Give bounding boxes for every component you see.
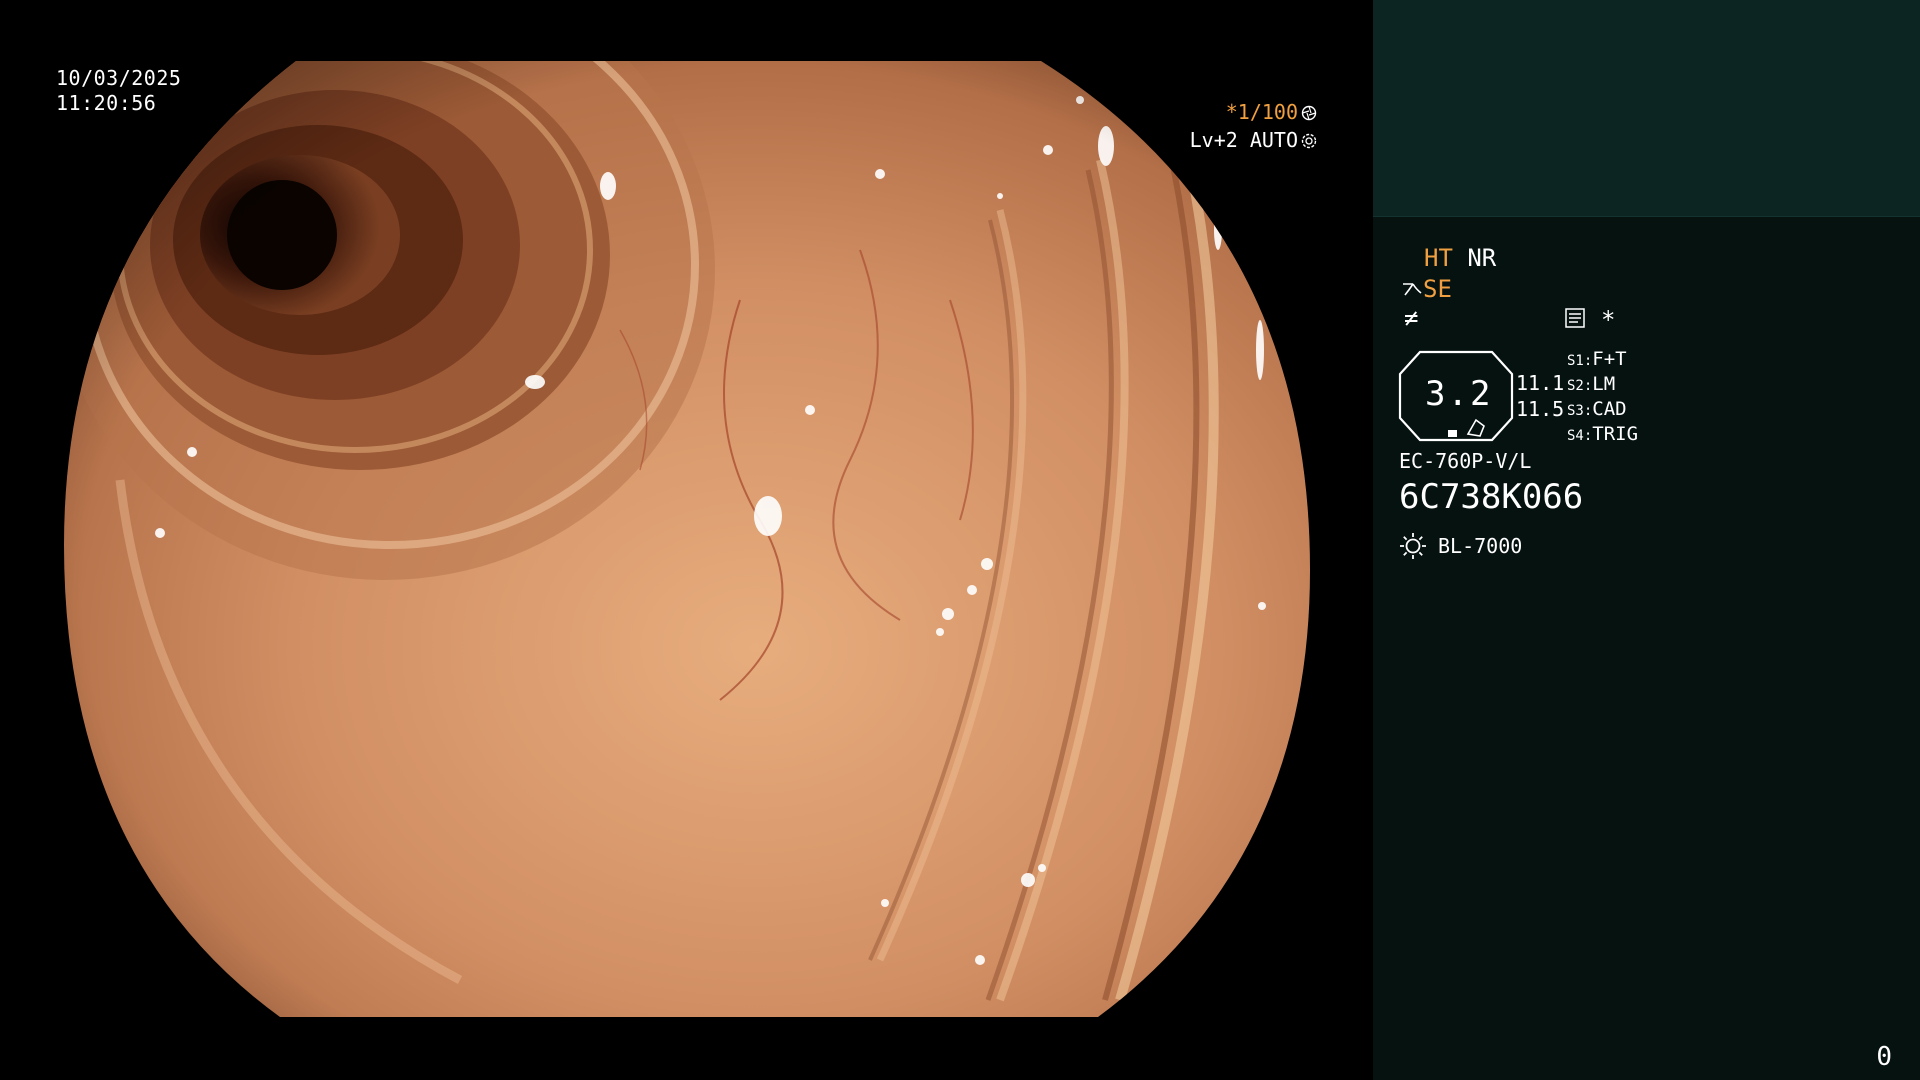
scope-serial: 6C738K066 (1399, 477, 1584, 517)
shutter-readout: *1/100 (1226, 102, 1317, 122)
shutter-value: 1/100 (1237, 100, 1298, 124)
enhance-wave-icon (1403, 283, 1422, 296)
switch-s2: S2:LM (1567, 373, 1616, 395)
date-time: 10/03/2025 11:20:56 (56, 66, 181, 116)
gauge-value: 3.2 (1425, 374, 1493, 414)
level-text: Lv+2 AUTO (1189, 128, 1298, 152)
light-source: BL-7000 (1438, 534, 1523, 558)
aperture-icon (1301, 105, 1317, 121)
mode-nr: NR (1467, 244, 1497, 272)
gear-icon (1301, 133, 1317, 149)
shutter-prefix: * (1225, 100, 1238, 124)
reading-1: 11.1 (1516, 371, 1565, 395)
lamp-icon (1400, 533, 1426, 559)
mode-ht: HT (1424, 244, 1453, 272)
mode-se: SE (1423, 275, 1452, 303)
record-asterisk: * (1601, 306, 1616, 334)
endoscopic-image (64, 61, 1310, 1017)
mode-line-1: HT NR (1424, 246, 1496, 270)
switch-s4: S4:TRIG (1567, 423, 1639, 445)
date-text: 10/03/2025 (56, 66, 182, 90)
reading-2: 11.5 (1516, 397, 1565, 421)
endoscope-viewer: 10/03/2025 11:20:56 *1/100 Lv+2 AUTO (0, 0, 1373, 1080)
memo-icon (1565, 308, 1585, 328)
image-counter: 0 (1876, 1042, 1892, 1072)
time-text: 11:20:56 (56, 91, 157, 115)
panel-header (1373, 0, 1920, 217)
switch-s1: S1:F+T (1567, 348, 1627, 370)
freeze-symbol: ≠ (1404, 304, 1419, 332)
info-panel: HT NR SE ≠ * 3.2 11.1 11.5 S1:F+T S2:LM … (1373, 0, 1920, 1080)
scope-model: EC-760P-V/L (1399, 449, 1532, 473)
level-readout: Lv+2 AUTO (1190, 130, 1317, 150)
mode-line-2: SE (1401, 277, 1452, 301)
switch-s3: S3:CAD (1567, 398, 1627, 420)
